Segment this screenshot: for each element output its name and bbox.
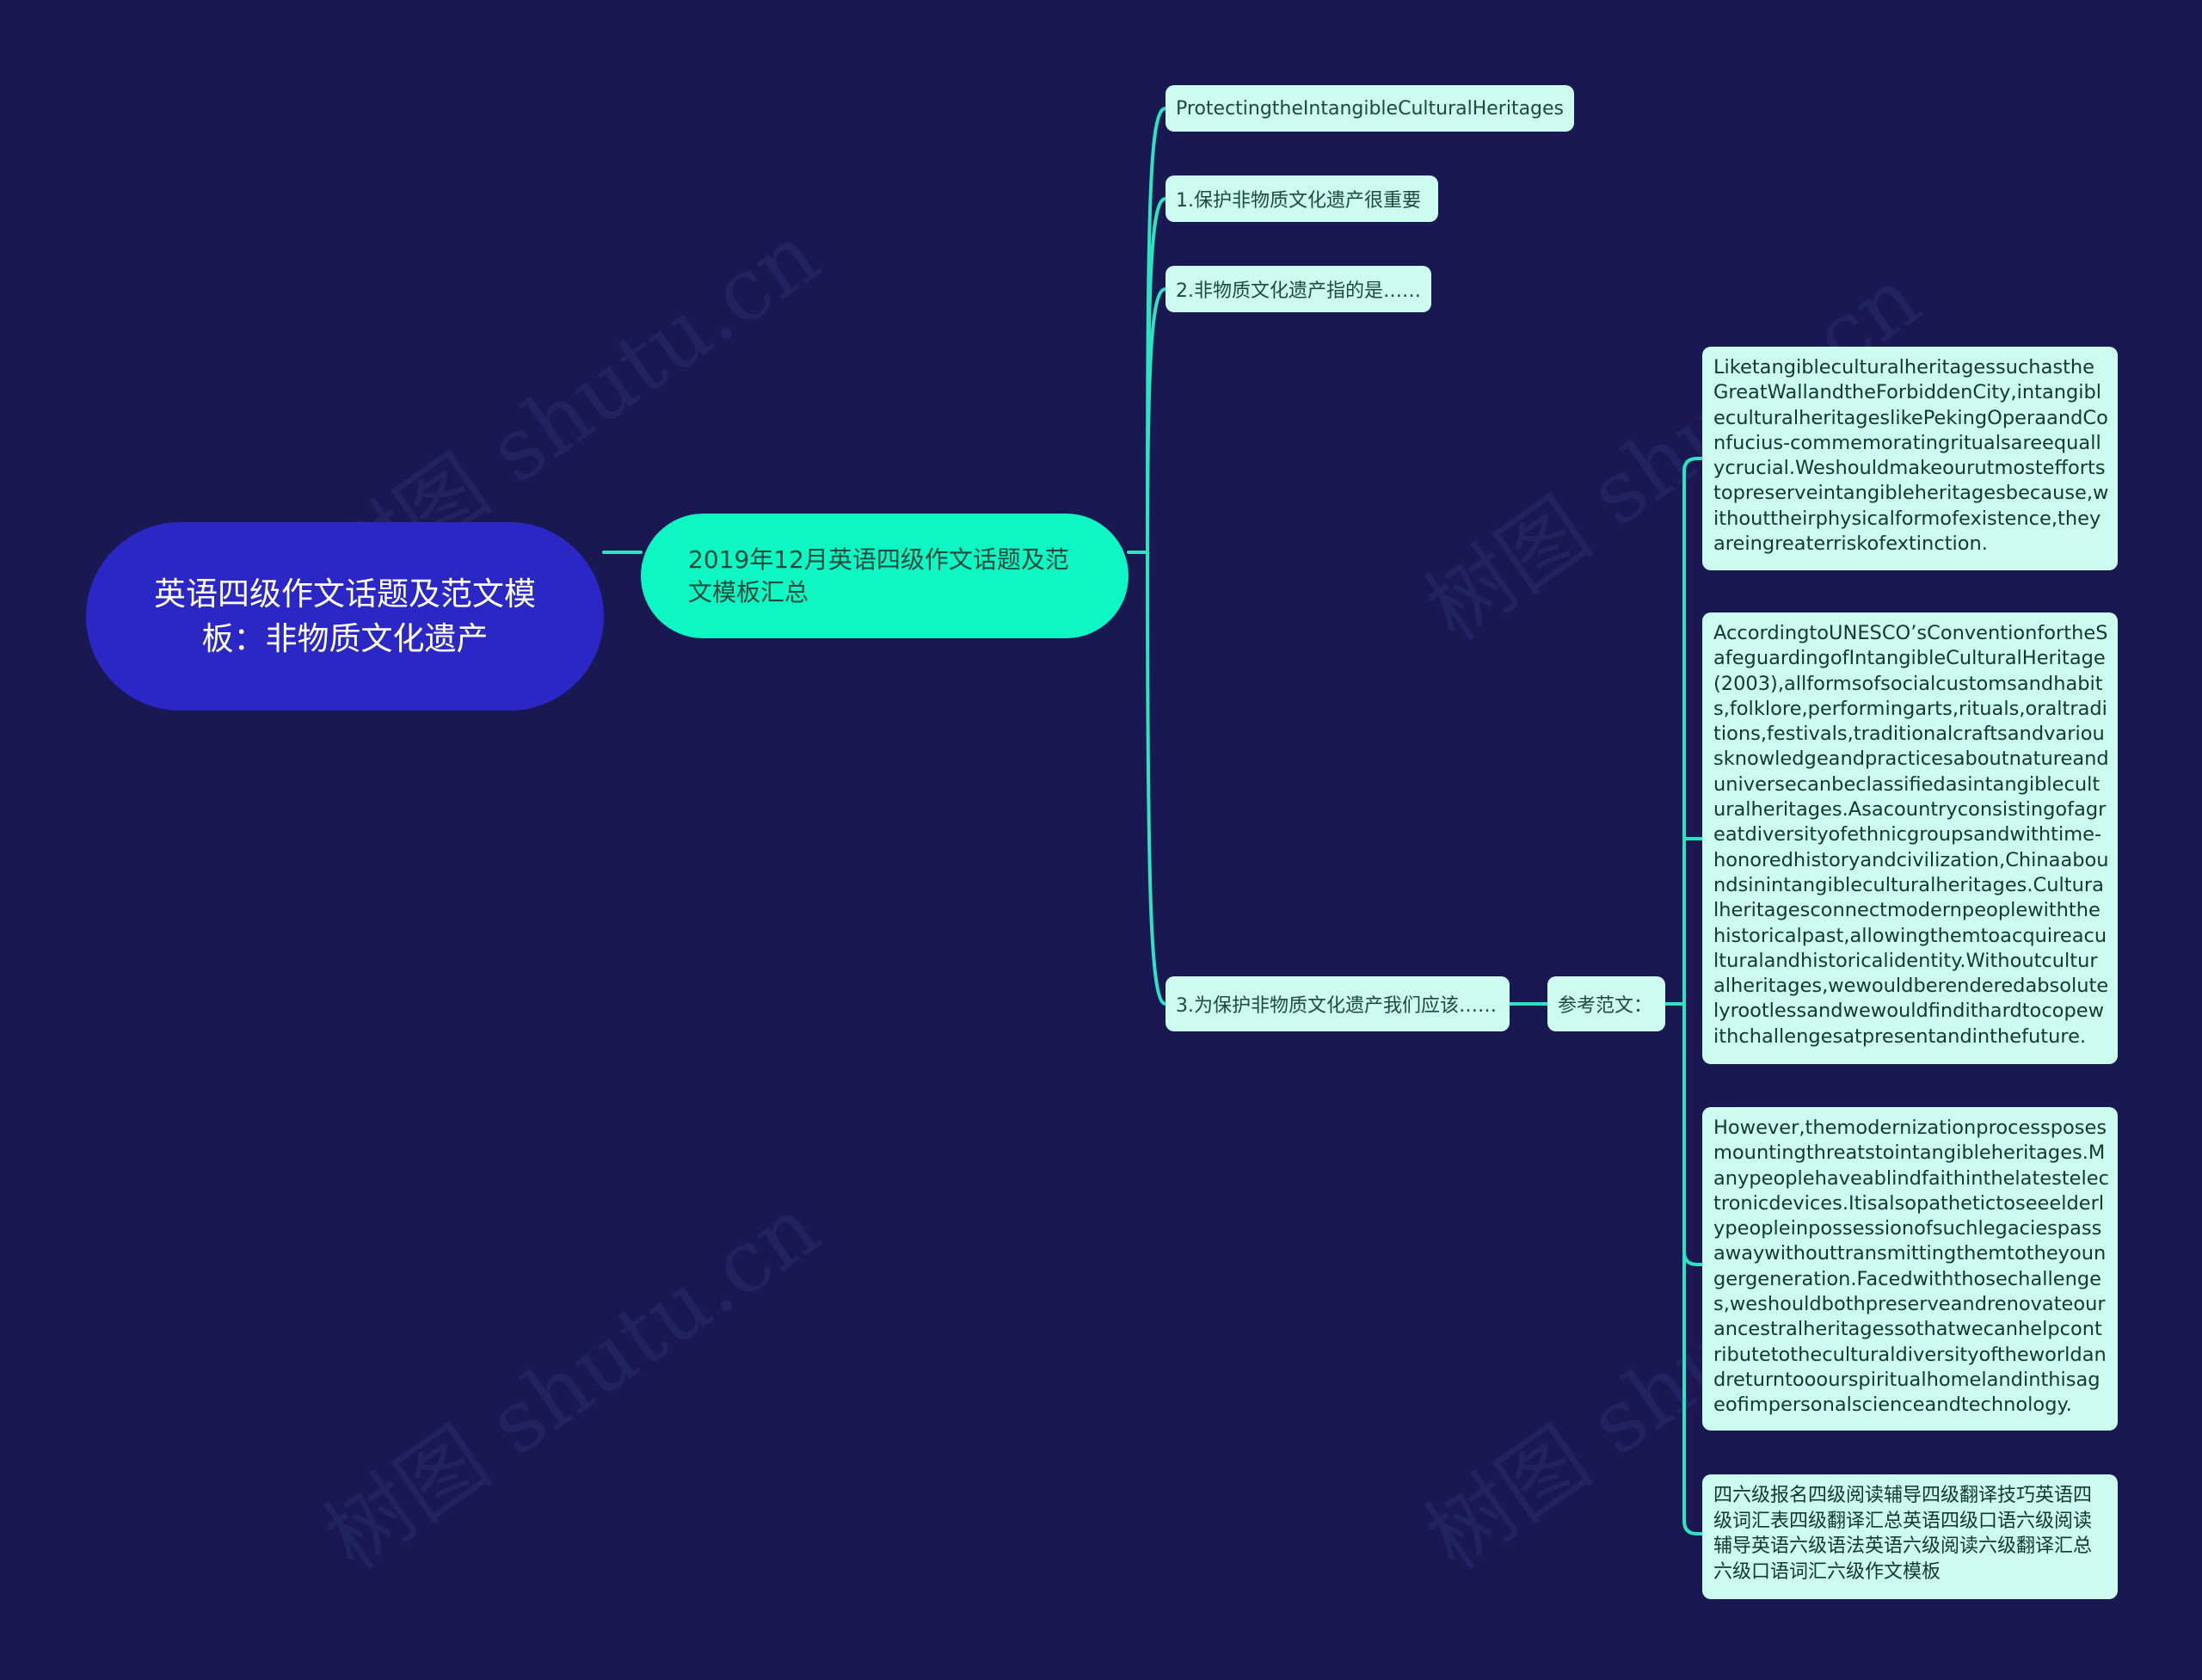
- essay-paragraph-text: AccordingtoUNESCO’sConventionfortheSafeg…: [1713, 622, 2109, 1048]
- point-3-node[interactable]: 3.为保护非物质文化遗产我们应该……: [1166, 976, 1510, 1031]
- branch-node[interactable]: 2019年12月英语四级作文话题及范文模板汇总: [641, 514, 1129, 638]
- topic-title-label: ProtectingtheIntangibleCulturalHeritages: [1176, 97, 1565, 120]
- point-1-node[interactable]: 1.保护非物质文化遗产很重要: [1166, 175, 1438, 222]
- link-to-point-3: [1146, 551, 1167, 1006]
- branch-label: 2019年12月英语四级作文话题及范文模板汇总: [688, 545, 1069, 606]
- related-links-node[interactable]: 四六级报名四级阅读辅导四级翻译技巧英语四级词汇表四级翻译汇总英语四级口语六级阅读…: [1702, 1474, 2118, 1599]
- root-label: 英语四级作文话题及范文模板：非物质文化遗产: [154, 575, 536, 657]
- link-to-paragraph-3: [1682, 1002, 1704, 1266]
- topic-title-node[interactable]: ProtectingtheIntangibleCulturalHeritages: [1166, 85, 1574, 132]
- link-to-paragraph-1: [1682, 457, 1704, 1006]
- essay-paragraph-3[interactable]: However,themodernizationprocessposesmoun…: [1702, 1107, 2118, 1431]
- essay-paragraph-2[interactable]: AccordingtoUNESCO’sConventionfortheSafeg…: [1702, 612, 2118, 1064]
- point-3-label: 3.为保护非物质文化遗产我们应该……: [1176, 995, 1497, 1017]
- point-2-label: 2.非物质文化遗产指的是……: [1176, 280, 1421, 302]
- related-links-text: 四六级报名四级阅读辅导四级翻译技巧英语四级词汇表四级翻译汇总英语四级口语六级阅读…: [1713, 1485, 2093, 1583]
- link-to-paragraph-4: [1682, 1002, 1704, 1535]
- point-2-node[interactable]: 2.非物质文化遗产指的是……: [1166, 266, 1431, 312]
- sample-essay-node[interactable]: 参考范文：: [1547, 976, 1665, 1031]
- essay-paragraph-text: However,themodernizationprocessposesmoun…: [1713, 1117, 2109, 1417]
- sample-essay-label: 参考范文：: [1558, 995, 1653, 1017]
- point-1-label: 1.保护非物质文化遗产很重要: [1176, 190, 1421, 212]
- essay-paragraph-text: LiketangibleculturalheritagessuchastheGr…: [1713, 356, 2109, 556]
- essay-paragraph-1[interactable]: LiketangibleculturalheritagessuchastheGr…: [1702, 347, 2118, 570]
- root-node[interactable]: 英语四级作文话题及范文模板：非物质文化遗产: [86, 522, 604, 711]
